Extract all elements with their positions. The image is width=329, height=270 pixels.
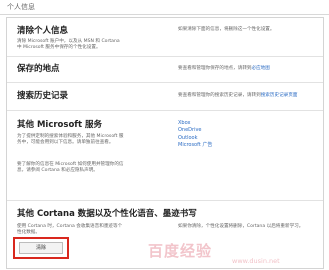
cortana-desc: 使用 Cortana 时，Cortana 会收集语音和墨迹等个性化数据。 [17, 224, 123, 236]
search-history-title: 搜索历史记录 [17, 91, 69, 101]
other-services-section: 其他 Microsoft 服务 为了提供定制的搜索体验和服务，其他 Micros… [7, 110, 323, 201]
xbox-link[interactable]: Xbox [178, 120, 212, 127]
cortana-right-desc: 如果你清除，个性化设置将删除，Cortana 以后将重新学习。 [178, 224, 304, 229]
clear-info-right-desc: 如果清除下面的信息，将删除这一个性化设置。 [178, 27, 275, 32]
bing-maps-link[interactable]: 必应地图 [252, 66, 270, 71]
other-services-title: 其他 Microsoft 服务 [17, 120, 103, 130]
saved-places-title: 保存的地点 [17, 64, 60, 74]
other-services-desc: 为了提供定制的搜索体验和服务，其他 Microsoft 服务中，可能会用到以下信… [17, 134, 124, 146]
saved-places-desc: 要查看和管理你保存的地点，请转到必应地图 [178, 66, 318, 72]
clear-info-section: 清除个人信息 清除 Microsoft 账户中，以及从 MSN 和 Cortan… [7, 18, 323, 57]
watermark-url: www.dusin.net [232, 257, 280, 265]
service-links: Xbox OneDrive Outlook Microsoft 广告 [178, 120, 212, 150]
search-history-desc: 要查看和管理你的搜索历史记录，请转到搜索历史记录页面 [178, 93, 318, 99]
search-history-section: 搜索历史记录 要查看和管理你的搜索历史记录，请转到搜索历史记录页面 [7, 82, 323, 111]
onedrive-link[interactable]: OneDrive [178, 127, 212, 134]
saved-places-desc-text: 要查看和管理你保存的地点，请转到 [178, 66, 252, 71]
clear-button[interactable]: 清除 [19, 242, 63, 254]
microsoft-ads-link[interactable]: Microsoft 广告 [178, 142, 212, 149]
clear-button-highlight: 清除 [13, 237, 69, 259]
clear-info-left-desc: 清除 Microsoft 账户中，以及从 MSN 和 Cortana 中 Mic… [17, 39, 120, 51]
page-header: 个人信息 [0, 0, 329, 15]
other-services-privacy-desc: 要了解你的信息在 Microsoft 如何使用并管理你的信息，请参阅 Corta… [17, 162, 124, 174]
cortana-title: 其他 Cortana 数据以及个性化语音、墨迹书写 [17, 209, 197, 219]
saved-places-section: 保存的地点 要查看和管理你保存的地点，请转到必应地图 [7, 56, 323, 83]
personal-info-panel: 清除个人信息 清除 Microsoft 账户中，以及从 MSN 和 Cortan… [6, 17, 324, 269]
clear-info-title: 清除个人信息 [17, 26, 69, 36]
search-history-desc-text: 要查看和管理你的搜索历史记录，请转到 [178, 93, 261, 98]
search-history-link[interactable]: 搜索历史记录页面 [261, 93, 298, 98]
page-title: 个人信息 [7, 3, 35, 11]
watermark-logo: 百度经验 [148, 242, 213, 260]
